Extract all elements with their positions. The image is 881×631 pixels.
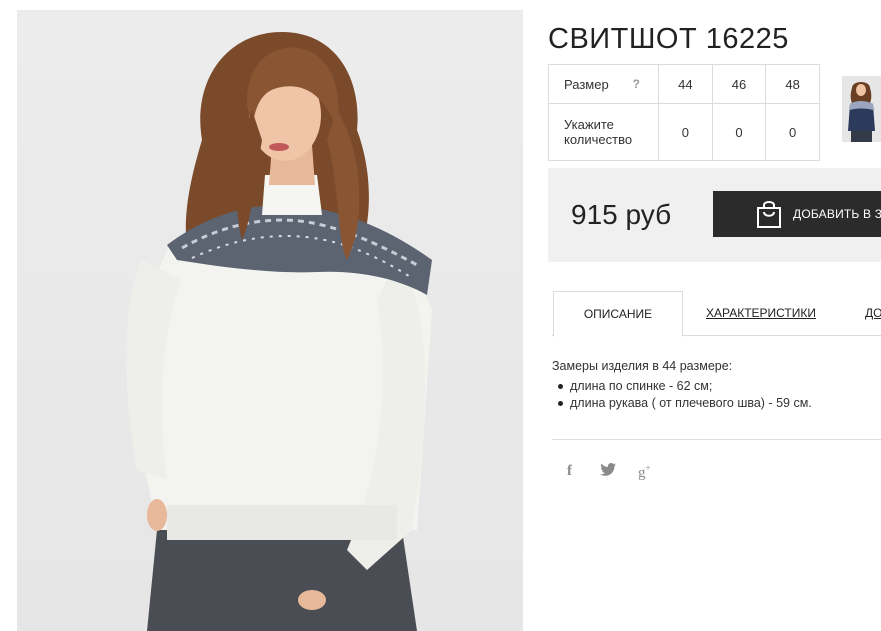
size-quantity-table: Размер ? 44 46 48 Укажите количество 0 0… [548, 64, 820, 161]
thumbnail-illustration [842, 76, 881, 142]
size-44: 44 [658, 64, 713, 104]
quantity-row: Укажите количество 0 0 0 [548, 103, 820, 161]
tab-characteristics[interactable]: ХАРАКТЕРИСТИКИ [706, 291, 816, 335]
product-title: СВИТШОТ 16225 [548, 23, 789, 56]
tab-delivery[interactable]: ДОСТАВКА [865, 291, 881, 335]
tab-description[interactable]: ОПИСАНИЕ [553, 291, 683, 337]
shopping-bag-icon [757, 201, 781, 228]
google-plus-sup: + [645, 463, 651, 473]
quantity-label-line2: количество [564, 132, 633, 147]
add-to-cart-label: ДОБАВИТЬ В ЗАКАЗ [793, 207, 881, 221]
description-intro: Замеры изделия в 44 размере: [552, 359, 733, 373]
google-plus-g: g [638, 465, 646, 481]
quantity-input-46[interactable]: 0 [711, 103, 767, 161]
size-46: 46 [711, 64, 767, 104]
product-thumbnail[interactable] [842, 76, 881, 142]
google-plus-share-icon[interactable]: g+ [638, 463, 651, 482]
quantity-input-48[interactable]: 0 [765, 103, 820, 161]
twitter-icon [600, 463, 616, 476]
size-label: Размер [564, 76, 609, 92]
size-help-icon[interactable]: ? [633, 77, 640, 91]
measurements-list: длина по спинке - 62 см; длина рукава ( … [552, 379, 812, 411]
list-item: длина рукава ( от плечевого шва) - 59 см… [558, 396, 812, 410]
size-48: 48 [765, 64, 820, 104]
quantity-input-44[interactable]: 0 [658, 103, 713, 161]
size-label-cell: Размер ? [548, 64, 659, 104]
facebook-share-icon[interactable]: f [567, 463, 572, 480]
buy-panel: 915 руб ДОБАВИТЬ В ЗАКАЗ [548, 168, 881, 262]
add-to-cart-button[interactable]: ДОБАВИТЬ В ЗАКАЗ [713, 191, 881, 237]
quantity-label-line1: Укажите [564, 117, 614, 132]
twitter-share-icon[interactable] [600, 463, 616, 480]
product-price: 915 руб [571, 199, 672, 230]
product-photo-illustration [126, 32, 432, 631]
description-panel: Замеры изделия в 44 размере: длина по сп… [552, 359, 812, 413]
size-row: Размер ? 44 46 48 [548, 64, 820, 104]
divider [552, 439, 881, 440]
product-image[interactable] [17, 10, 523, 631]
quantity-label-cell: Укажите количество [548, 103, 659, 161]
list-item: длина по спинке - 62 см; [558, 379, 812, 394]
